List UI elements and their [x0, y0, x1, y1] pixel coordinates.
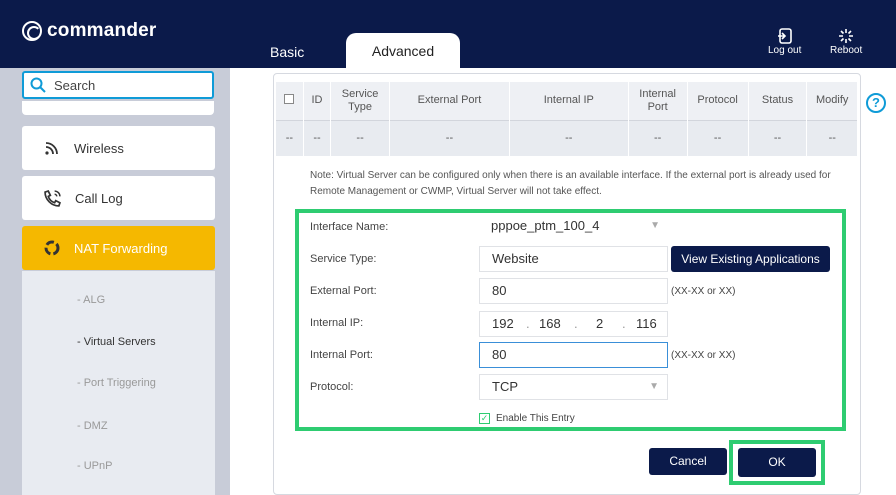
service-type-input[interactable]: Website — [479, 246, 668, 272]
table-cell: -- — [509, 119, 629, 156]
search-input[interactable]: Search — [22, 71, 214, 99]
internal-port-hint: (XX-XX or XX) — [671, 350, 736, 361]
sidebar-item-call-log[interactable]: Call Log — [22, 176, 215, 220]
submenu-virtual-servers[interactable]: - Virtual Servers — [77, 336, 156, 348]
search-icon — [30, 77, 46, 93]
col-header: Protocol — [687, 82, 749, 120]
submenu-dmz[interactable]: - DMZ — [77, 420, 108, 432]
virtual-server-table: ID Service Type External Port Internal I… — [276, 82, 858, 156]
ip-dot: . — [574, 316, 578, 331]
tab-basic[interactable]: Basic — [270, 44, 304, 60]
protocol-label: Protocol: — [310, 381, 354, 393]
enable-entry-label: Enable This Entry — [496, 413, 575, 424]
table-cell: -- — [687, 119, 749, 156]
table-cell: -- — [303, 119, 332, 156]
ip-dot: . — [526, 316, 530, 331]
interface-name-label: Interface Name: — [310, 221, 389, 233]
top-header: commander Basic Advanced Log out Reboot — [0, 0, 896, 69]
reboot-icon — [839, 29, 854, 43]
table-cell: -- — [748, 119, 808, 156]
note-text: Note: Virtual Server can be configured o… — [310, 170, 831, 197]
chevron-down-icon: ▼ — [649, 381, 659, 392]
brand-logo: commander — [22, 20, 157, 42]
table-header-row: ID Service Type External Port Internal I… — [276, 82, 858, 120]
table-cell: -- — [276, 119, 304, 156]
internal-ip-label: Internal IP: — [310, 317, 364, 329]
col-header: Internal IP — [509, 82, 629, 120]
col-header: Modify — [806, 82, 858, 120]
ip-dot: . — [622, 316, 626, 331]
cancel-button[interactable]: Cancel — [649, 448, 727, 475]
ip-octet-3[interactable]: 2 — [596, 312, 603, 336]
enable-entry-checkbox[interactable]: ✓ Enable This Entry — [479, 413, 575, 424]
sidebar: Search Wireless Call Log NAT Forwarding … — [0, 68, 230, 495]
col-header: Status — [748, 82, 808, 120]
sidebar-item-label: Wireless — [74, 140, 124, 156]
ip-octet-2[interactable]: 168 — [539, 312, 561, 336]
internal-port-label: Internal Port: — [310, 349, 373, 361]
phone-icon — [44, 189, 61, 207]
external-port-hint: (XX-XX or XX) — [671, 286, 736, 297]
protocol-select[interactable]: TCP ▼ — [479, 374, 668, 400]
col-header: ID — [303, 82, 332, 120]
table-cell: -- — [628, 119, 688, 156]
wifi-icon — [45, 142, 58, 155]
submenu-port-triggering[interactable]: - Port Triggering — [77, 377, 156, 389]
service-type-label: Service Type: — [310, 253, 377, 265]
search-placeholder: Search — [54, 77, 96, 93]
internal-port-input[interactable]: 80 — [479, 342, 668, 368]
view-existing-applications-button[interactable]: View Existing Applications — [671, 246, 830, 272]
table-row: -- -- -- -- -- -- -- -- -- — [276, 119, 858, 156]
checkmark-icon[interactable]: ✓ — [479, 413, 490, 424]
checkbox[interactable] — [284, 93, 295, 104]
table-cell: -- — [806, 119, 858, 156]
table-cell: -- — [330, 119, 391, 156]
ip-octet-4[interactable]: 116 — [636, 312, 657, 336]
sidebar-item-label: Call Log — [75, 190, 123, 206]
submenu-alg[interactable]: - ALG — [77, 294, 105, 306]
reboot-button[interactable]: Reboot — [830, 28, 862, 56]
col-header: External Port — [389, 82, 510, 120]
interface-name-select[interactable]: pppoe_ptm_100_4 ▼ — [479, 214, 668, 240]
col-header: Internal Port — [628, 82, 688, 120]
external-port-label: External Port: — [310, 285, 377, 297]
logout-icon — [777, 28, 792, 44]
ip-octet-1[interactable]: 192 — [492, 312, 514, 336]
reboot-label: Reboot — [830, 45, 863, 56]
brand-name: commander — [47, 20, 157, 41]
tab-advanced[interactable]: Advanced — [346, 33, 460, 69]
chevron-down-icon: ▼ — [650, 220, 660, 231]
external-port-input[interactable]: 80 — [479, 278, 668, 304]
sidebar-item-nat-forwarding[interactable]: NAT Forwarding — [22, 226, 215, 270]
protocol-value: TCP — [492, 379, 518, 394]
sidebar-item-partial[interactable] — [22, 101, 214, 115]
interface-name-value: pppoe_ptm_100_4 — [491, 218, 600, 233]
internal-ip-input[interactable]: 192 . 168 . 2 . 116 — [479, 311, 668, 337]
select-all-checkbox[interactable] — [276, 82, 304, 120]
ok-button[interactable]: OK — [738, 448, 816, 477]
logout-button[interactable]: Log out — [768, 28, 801, 56]
logout-label: Log out — [768, 45, 802, 56]
sidebar-item-label: NAT Forwarding — [74, 240, 168, 256]
logo-icon — [22, 21, 42, 41]
help-icon[interactable]: ? — [866, 93, 886, 113]
nat-icon — [44, 240, 60, 256]
col-header: Service Type — [330, 82, 391, 120]
submenu-upnp[interactable]: - UPnP — [77, 460, 112, 472]
table-cell: -- — [389, 119, 510, 156]
sidebar-item-wireless[interactable]: Wireless — [22, 126, 215, 170]
